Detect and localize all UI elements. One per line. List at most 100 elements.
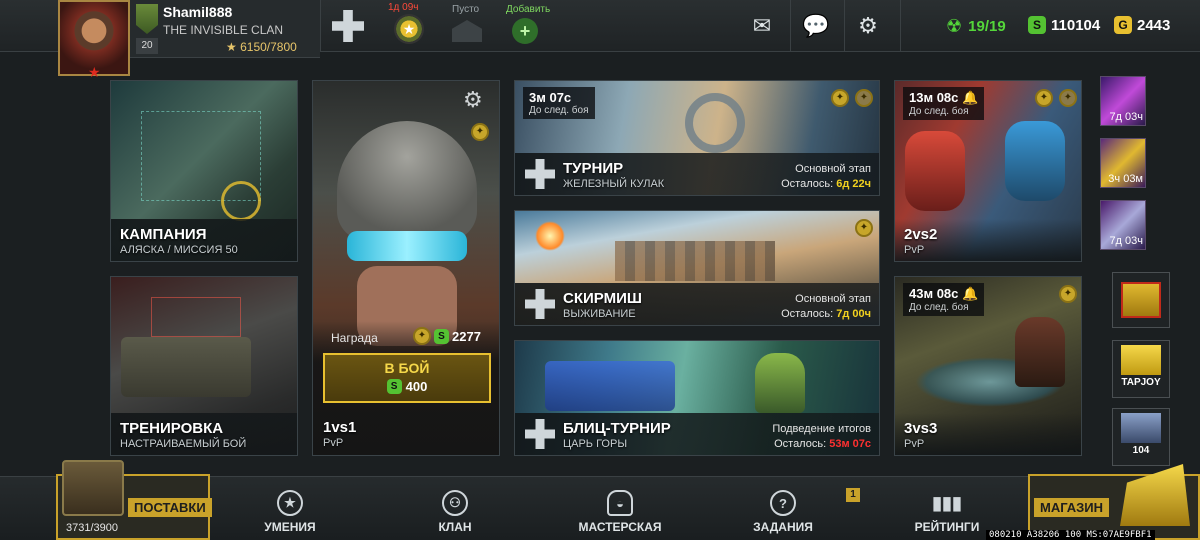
avatar-star-icon: ★ (88, 64, 101, 80)
threevthree-card[interactable]: 43м 08с 🔔 До след. боя ✦ 3vs3 PvP (894, 276, 1082, 456)
divider (320, 0, 321, 52)
offer-timer-2: 3ч 03м (1108, 173, 1143, 185)
gift-box-icon (1121, 282, 1161, 318)
nav-rating-label: РЕЙТИНГИ (914, 520, 980, 534)
threevthree-title: 3vs3 (904, 420, 938, 437)
training-card[interactable]: ТРЕНИРОВКА НАСТРАИВАЕМЫЙ БОЙ (110, 276, 298, 456)
player-xp: ★ 6150/7800 (226, 40, 297, 54)
supplies-label: ПОСТАВКИ (128, 498, 212, 517)
threevthree-reward-icon: ✦ (1059, 285, 1077, 303)
supplies-count: 3731/3900 (66, 522, 118, 534)
skirmish-stage: Основной этап (795, 293, 871, 305)
battle-button[interactable]: В БОЙ S 400 (323, 353, 491, 403)
twovtwo-timer: 13м 08с 🔔 (909, 90, 978, 106)
reward-coin-icon: ✦ (471, 123, 489, 141)
player-name: Shamil888 (163, 4, 233, 20)
twovtwo-soldier-image (1005, 121, 1065, 201)
battle-cost: S 400 (325, 379, 489, 394)
threevthree-timer: 43м 08с 🔔 (909, 286, 978, 302)
supplies-crate-icon (62, 460, 124, 516)
gold-currency-icon: G (1114, 16, 1132, 34)
bell-icon[interactable]: 🔔 (962, 90, 978, 105)
settings-gear-icon[interactable]: ⚙ (850, 8, 886, 44)
offer-timer-1: 7д 03ч (1109, 111, 1143, 123)
blitz-stage: Подведение итогов (772, 423, 871, 435)
tournament-remaining: Осталось: 6д 22ч (781, 178, 871, 190)
tournament-gear-image (685, 93, 745, 153)
gold-bars-icon (1121, 345, 1161, 375)
twovtwo-card[interactable]: 13м 08с 🔔 До след. боя ✦ ✦ 2vs2 PvP (894, 80, 1082, 262)
nav-workshop[interactable]: ◒ МАСТЕРСКАЯ (572, 490, 668, 534)
blitz-soldier-image (755, 353, 805, 413)
reward-amounts: ✦ S 2277 (413, 327, 481, 345)
twovtwo-reward-icon: ✦ (1035, 89, 1053, 107)
blitz-remaining-label: Осталось: (774, 438, 827, 450)
tournament-timer-sub: До след. боя (529, 105, 589, 116)
silver-counter[interactable]: S 110104 (1028, 16, 1100, 34)
container-button[interactable]: 104 (1112, 408, 1170, 466)
offer-item-2[interactable]: 3ч 03м (1100, 138, 1146, 188)
tournament-remaining-value: 6д 22ч (836, 178, 871, 190)
energy-value: 19/19 (968, 18, 1006, 35)
nav-skills[interactable]: ★ УМЕНИЯ (255, 490, 325, 534)
skirmish-remaining: Осталось: 7д 00ч (781, 308, 871, 320)
empty-slot-label: Пусто (452, 4, 480, 15)
threevthree-timer-box: 43м 08с 🔔 До след. боя (903, 283, 985, 316)
clan-people-icon: ⚇ (442, 490, 468, 516)
tournament-subtitle: ЖЕЛЕЗНЫЙ КУЛАК (563, 178, 665, 190)
offer-item-1[interactable]: 7д 03ч (1100, 76, 1146, 126)
skirmish-remaining-value: 7д 00ч (836, 308, 871, 320)
tasks-question-icon: ? (770, 490, 796, 516)
training-hologram (151, 297, 241, 337)
tournament-timer: 3м 07с (529, 90, 572, 105)
add-slot-plus-icon[interactable]: + (512, 18, 538, 44)
reward-medal-icon: ✦ (413, 327, 431, 345)
silver-value: 110104 (1051, 16, 1101, 34)
tournament-card[interactable]: 3м 07с До след. боя ✦ ✦ ТУРНИР ЖЕЛЕЗНЫЙ … (514, 80, 880, 196)
card-settings-gear-icon[interactable]: ⚙ (463, 87, 483, 113)
mission-target-icon (221, 181, 261, 221)
bonus-star-icon[interactable]: ★ (394, 14, 424, 44)
gold-counter[interactable]: G 2443 (1114, 16, 1170, 34)
reward-label: Награда (331, 331, 378, 345)
campaign-card[interactable]: КАМПАНИЯ АЛЯСКА / МИССИЯ 50 (110, 80, 298, 262)
bell-icon[interactable]: 🔔 (962, 286, 978, 301)
shop-gold-icon (1120, 464, 1190, 526)
campaign-title: КАМПАНИЯ (120, 226, 207, 243)
energy-icon: ☢ (946, 16, 963, 36)
offer-item-3[interactable]: 7д 03ч (1100, 200, 1146, 250)
tapjoy-button[interactable]: TAPJOY (1112, 340, 1170, 398)
skirmish-card[interactable]: ✦ СКИРМИШ ВЫЖИВАНИЕ Основной этап Остало… (514, 210, 880, 326)
energy-counter[interactable]: ☢ 19/19 (946, 16, 1006, 37)
blitz-card[interactable]: БЛИЦ-ТУРНИР ЦАРЬ ГОРЫ Подведение итогов … (514, 340, 880, 456)
nav-clan-label: КЛАН (438, 520, 472, 534)
onevone-card[interactable]: ⚙ ✦ Награда ✦ S 2277 В БОЙ S 400 1vs1 Pv… (312, 80, 500, 456)
training-title: ТРЕНИРОВКА (120, 420, 224, 437)
container-icon (1121, 413, 1161, 443)
campaign-subtitle: АЛЯСКА / МИССИЯ 50 (120, 244, 238, 256)
tournament-remaining-label: Осталось: (781, 178, 834, 190)
nav-clan[interactable]: ⚇ КЛАН (420, 490, 490, 534)
divider (900, 0, 901, 52)
add-slot-label: Добавить (506, 4, 551, 15)
twovtwo-timer-sub: До след. боя (909, 106, 969, 117)
workshop-helmet-icon: ◒ (607, 490, 633, 516)
explosion-image (535, 221, 565, 251)
twovtwo-timer-value: 13м 08с (909, 90, 959, 105)
supplies-button[interactable]: ПОСТАВКИ 3731/3900 (56, 460, 212, 540)
nav-tasks[interactable]: ? ЗАДАНИЯ (748, 490, 818, 534)
gift-box-button[interactable] (1112, 272, 1170, 328)
player-clan: THE INVISIBLE CLAN (163, 23, 284, 37)
skills-star-icon: ★ (277, 490, 303, 516)
nav-workshop-label: МАСТЕРСКАЯ (578, 520, 662, 534)
skirmish-subtitle: ВЫЖИВАНИЕ (563, 308, 636, 320)
twovtwo-reward2-icon: ✦ (1059, 89, 1077, 107)
blitz-remaining: Осталось: 53м 07с (774, 438, 871, 450)
threevthree-officer-image (1015, 317, 1065, 387)
container-count: 104 (1132, 445, 1150, 456)
skirmish-title: СКИРМИШ (563, 290, 642, 307)
mail-icon[interactable]: ✉ (744, 8, 780, 44)
tapjoy-label: TAPJOY (1121, 377, 1161, 388)
chat-icon[interactable]: 💬 (798, 8, 834, 44)
nav-rating[interactable]: ▮▮▮ РЕЙТИНГИ (910, 490, 984, 535)
